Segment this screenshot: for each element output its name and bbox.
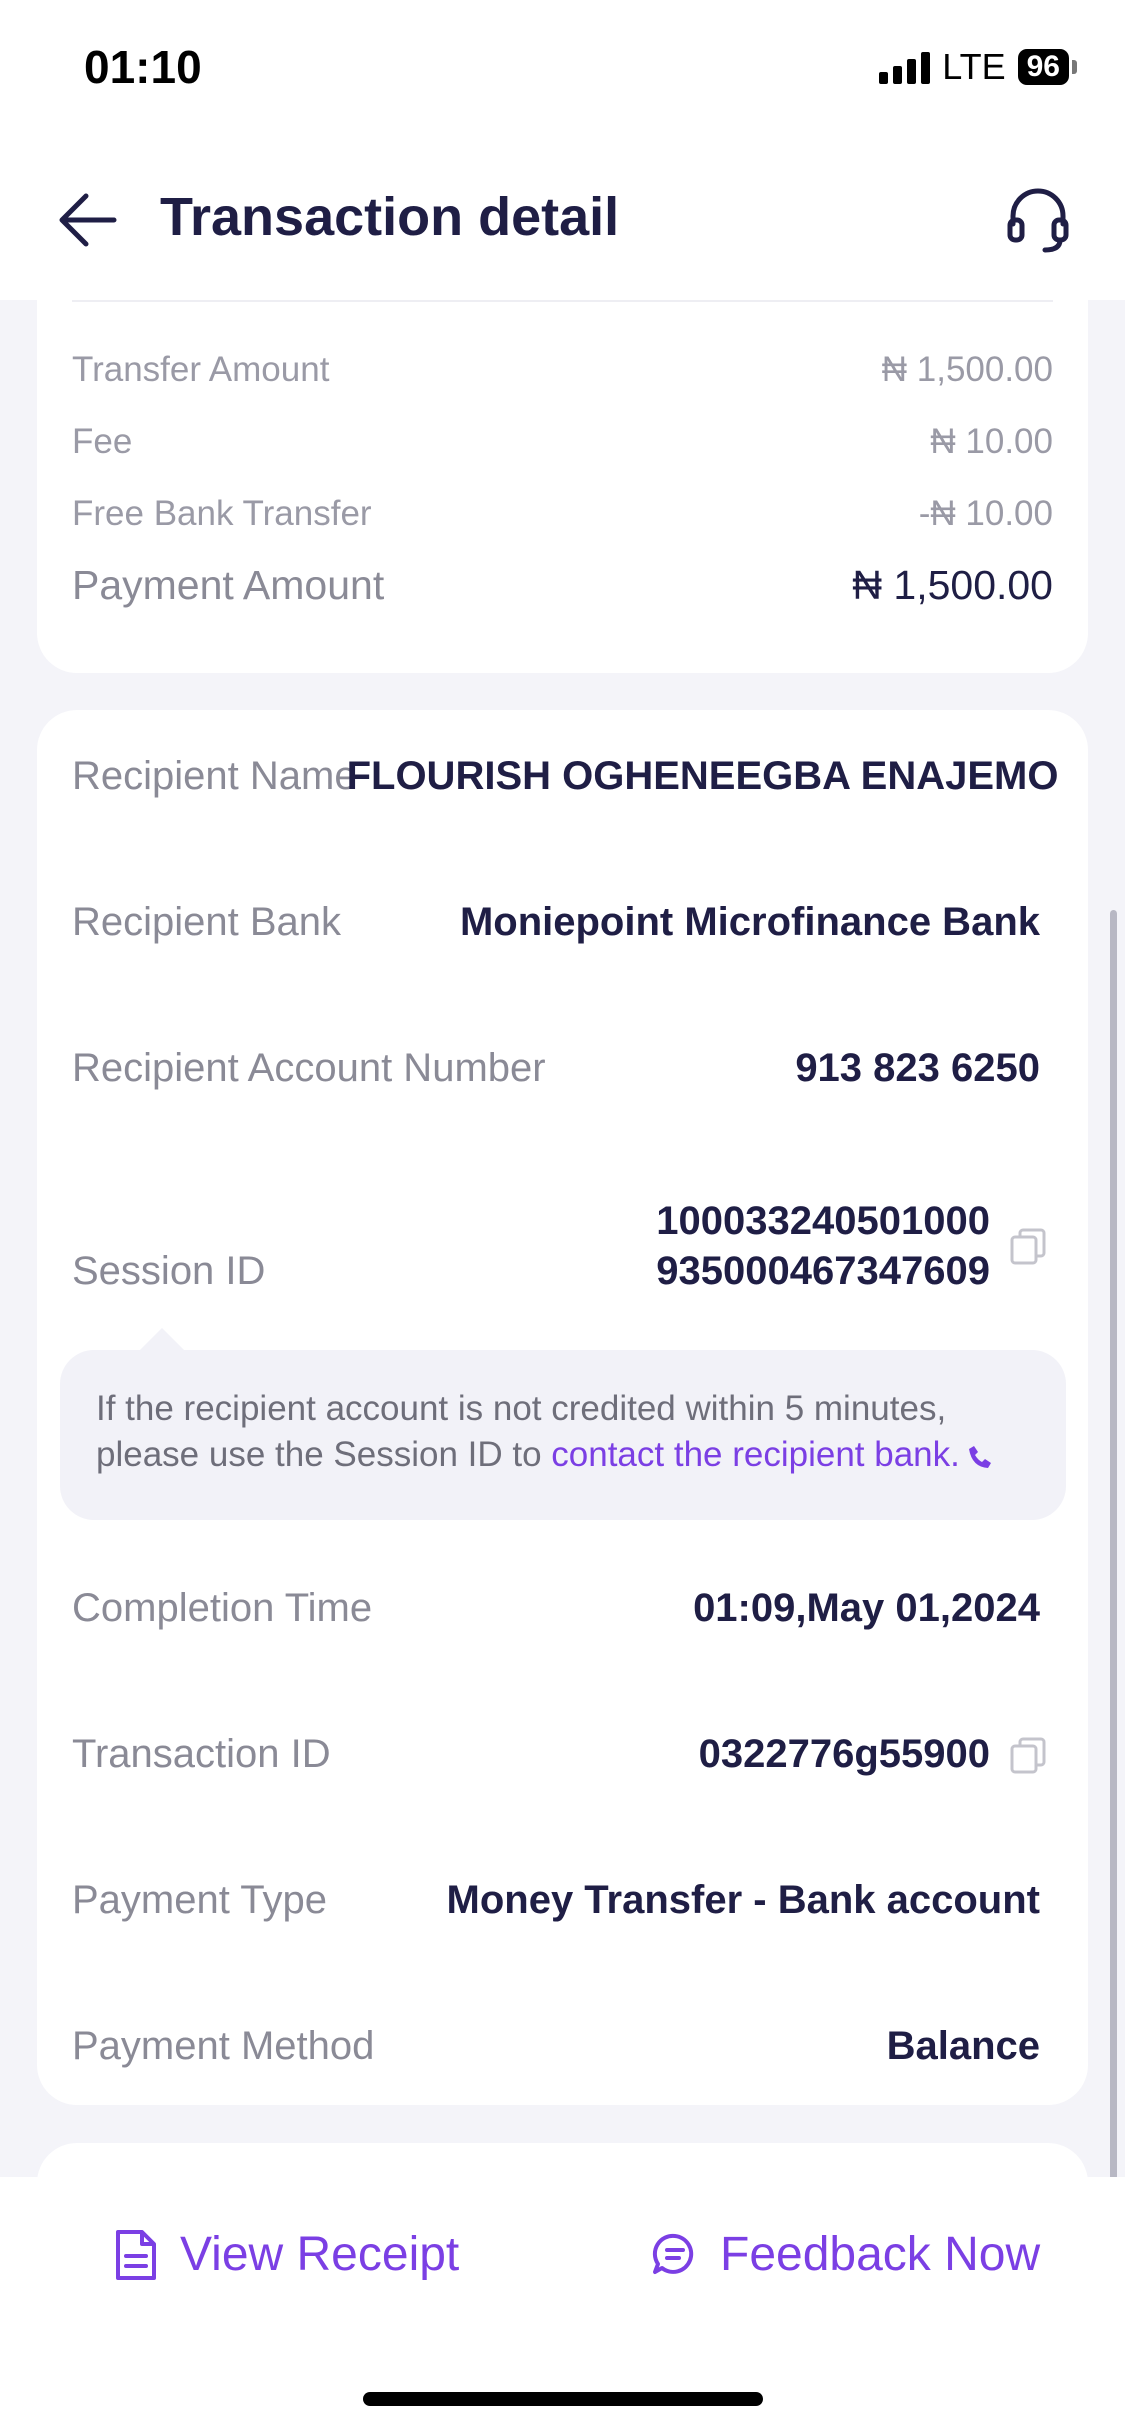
status-bar: 01:10 LTE 96	[0, 0, 1125, 140]
feedback-now-label: Feedback Now	[720, 2228, 1041, 2281]
page-title: Transaction detail	[160, 187, 620, 247]
feedback-now-button[interactable]: Feedback Now	[650, 2227, 1040, 2282]
session-id-row: Session ID 100033240501000 9350004673476…	[72, 1196, 1048, 1296]
payment-amount-row: Payment Amount ₦ 1,500.00	[72, 562, 1053, 609]
session-id-line-1: 100033240501000	[656, 1199, 990, 1243]
recipient-name-row: Recipient Name FLOURISH OGHENEEGBA ENAJE…	[72, 754, 1059, 799]
transaction-id-value-group: 0322776g55900	[699, 1732, 1048, 1777]
transfer-amount-label: Transfer Amount	[72, 350, 330, 389]
session-id-value-group: 100033240501000 935000467347609	[656, 1196, 1048, 1296]
payment-method-label: Payment Method	[72, 2024, 375, 2068]
completion-time-value: 01:09,May 01,2024	[693, 1586, 1040, 1630]
notice-text: If the recipient account is not credited…	[96, 1386, 1036, 1478]
headset-icon[interactable]	[1003, 184, 1073, 254]
battery-icon: 96	[1017, 49, 1069, 85]
recipient-account-label: Recipient Account Number	[72, 1046, 546, 1090]
home-indicator[interactable]	[363, 2392, 763, 2406]
payment-amount-value: ₦ 1,500.00	[852, 562, 1053, 608]
completion-time-label: Completion Time	[72, 1586, 373, 1630]
transfer-amount-row: Transfer Amount ₦ 1,500.00	[72, 350, 1053, 390]
transaction-details-card: Recipient Name FLOURISH OGHENEEGBA ENAJE…	[37, 710, 1088, 2105]
fee-row: Fee ₦ 10.00	[72, 422, 1053, 462]
amount-summary-card: Transfer Amount ₦ 1,500.00 Fee ₦ 10.00 F…	[37, 300, 1088, 673]
payment-method-row: Payment Method Balance	[72, 2024, 1040, 2069]
recipient-account-value: 913 823 6250	[795, 1046, 1040, 1090]
view-receipt-label: View Receipt	[180, 2228, 460, 2281]
recipient-name-label: Recipient Name	[72, 754, 357, 798]
header: Transaction detail	[0, 140, 1125, 300]
status-time: 01:10	[84, 41, 202, 93]
network-label: LTE	[942, 46, 1006, 87]
transaction-id-label: Transaction ID	[72, 1732, 331, 1776]
free-bank-transfer-row: Free Bank Transfer -₦ 10.00	[72, 494, 1053, 534]
payment-type-value: Money Transfer - Bank account	[446, 1878, 1040, 1922]
completion-time-row: Completion Time 01:09,May 01,2024	[72, 1586, 1040, 1631]
status-indicators: LTE 96	[879, 46, 1077, 88]
session-id-label: Session ID	[72, 1249, 266, 1293]
payment-amount-label: Payment Amount	[72, 562, 385, 608]
view-receipt-button[interactable]: View Receipt	[110, 2227, 459, 2282]
free-bank-transfer-label: Free Bank Transfer	[72, 494, 372, 533]
contact-bank-link[interactable]: contact the recipient bank.	[551, 1435, 960, 1474]
recipient-bank-value: Moniepoint Microfinance Bank	[459, 900, 1040, 944]
recipient-bank-row: Recipient Bank Moniepoint Microfinance B…	[72, 900, 1040, 945]
bottom-action-bar: View Receipt Feedback Now	[0, 2177, 1125, 2436]
session-id-notice: If the recipient account is not credited…	[60, 1328, 1066, 1520]
recipient-name-value: FLOURISH OGHENEEGBA ENAJEMO	[346, 754, 1059, 798]
recipient-bank-label: Recipient Bank	[72, 900, 342, 944]
session-id-value: 100033240501000 935000467347609	[656, 1196, 990, 1296]
payment-type-row: Payment Type Money Transfer - Bank accou…	[72, 1878, 1040, 1923]
arrow-left-icon[interactable]	[56, 192, 118, 248]
free-bank-transfer-value: -₦ 10.00	[918, 494, 1053, 533]
scrollbar[interactable]	[1110, 910, 1117, 2180]
phone-icon[interactable]	[966, 1443, 994, 1471]
transaction-id-value: 0322776g55900	[698, 1732, 990, 1776]
recipient-account-row: Recipient Account Number 913 823 6250	[72, 1046, 1040, 1091]
notice-pointer	[140, 1328, 184, 1350]
transaction-id-row: Transaction ID 0322776g55900	[72, 1732, 1048, 1777]
chat-bubble-icon	[652, 2233, 694, 2274]
transfer-amount-value: ₦ 1,500.00	[881, 350, 1053, 389]
fee-value: ₦ 10.00	[930, 422, 1053, 461]
receipt-icon	[116, 2229, 156, 2280]
payment-type-label: Payment Type	[72, 1878, 327, 1922]
copy-icon[interactable]	[1008, 1226, 1048, 1266]
fee-label: Fee	[72, 422, 133, 461]
divider	[72, 300, 1053, 302]
session-id-line-2: 935000467347609	[656, 1249, 990, 1293]
payment-method-value: Balance	[886, 2024, 1040, 2068]
battery-tip	[1072, 60, 1077, 74]
signal-icon	[879, 50, 931, 84]
copy-icon[interactable]	[1008, 1735, 1048, 1775]
